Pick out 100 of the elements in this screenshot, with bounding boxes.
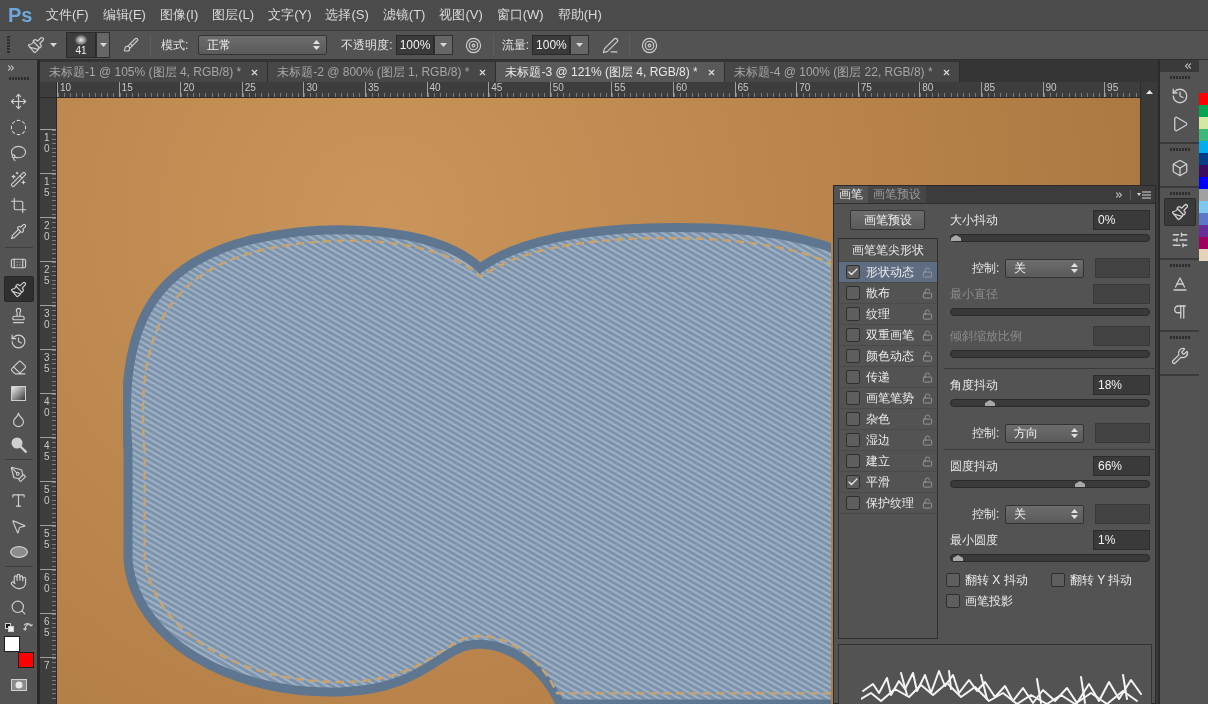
value-field[interactable] bbox=[1093, 326, 1150, 346]
slider-thumb[interactable] bbox=[952, 555, 963, 561]
swap-arrows-icon[interactable] bbox=[22, 622, 33, 632]
grip-icon[interactable] bbox=[9, 77, 29, 80]
panel-menu-icon[interactable] bbox=[1137, 190, 1151, 199]
expand-arrows-icon[interactable] bbox=[1114, 189, 1124, 200]
opacity-field[interactable]: 100% bbox=[395, 35, 434, 55]
slider-track[interactable] bbox=[950, 350, 1150, 358]
brush-option-item[interactable]: 画笔笔势 bbox=[839, 388, 937, 409]
collapse-arrows-icon[interactable] bbox=[1183, 61, 1193, 71]
menu-item[interactable]: 图像(I) bbox=[152, 0, 206, 30]
menu-item[interactable]: 窗口(W) bbox=[489, 0, 551, 30]
color-swatch[interactable] bbox=[1199, 105, 1208, 117]
document-tab[interactable]: 未标题-4 @ 100% (图层 22, RGB/8) * bbox=[724, 62, 960, 82]
checkbox[interactable] bbox=[846, 349, 860, 363]
control-dropdown[interactable]: 关 bbox=[1005, 504, 1085, 524]
menu-item[interactable]: 滤镜(T) bbox=[375, 0, 433, 30]
close-icon[interactable] bbox=[478, 67, 488, 77]
brush-tool-button[interactable] bbox=[3, 276, 34, 302]
menu-item[interactable]: 文字(Y) bbox=[261, 0, 319, 30]
padlock-icon[interactable] bbox=[922, 497, 933, 509]
padlock-icon[interactable] bbox=[922, 392, 933, 404]
background-color-swatch[interactable] bbox=[17, 652, 34, 668]
brush-option-item[interactable]: 颜色动态 bbox=[839, 346, 937, 367]
slider-thumb[interactable] bbox=[1075, 481, 1086, 487]
checkbox[interactable] bbox=[846, 265, 860, 279]
mode-select[interactable]: 正常 bbox=[198, 35, 328, 55]
padlock-icon[interactable] bbox=[922, 287, 933, 299]
slider-track[interactable] bbox=[950, 554, 1150, 562]
color-swatch[interactable] bbox=[1199, 213, 1208, 225]
value-field[interactable] bbox=[1095, 504, 1150, 524]
scroll-up-arrow-icon[interactable] bbox=[1146, 90, 1153, 94]
brush-option-item[interactable]: 建立 bbox=[839, 451, 937, 472]
menu-item[interactable]: 编辑(E) bbox=[95, 0, 153, 30]
padlock-icon[interactable] bbox=[922, 455, 933, 467]
grip-icon[interactable] bbox=[1169, 148, 1190, 151]
checkbox[interactable] bbox=[846, 391, 860, 405]
document-tab[interactable]: 未标题-2 @ 800% (图层 1, RGB/8) * bbox=[268, 62, 497, 82]
brush-option-item[interactable]: 双重画笔 bbox=[839, 325, 937, 346]
padlock-icon[interactable] bbox=[922, 434, 933, 446]
flow-dropdown-button[interactable] bbox=[570, 35, 590, 55]
brush-option-item[interactable]: 传递 bbox=[839, 367, 937, 388]
color-swatch[interactable] bbox=[1199, 177, 1208, 189]
padlock-icon[interactable] bbox=[922, 308, 933, 320]
color-swatch[interactable] bbox=[1199, 141, 1208, 153]
grip-icon[interactable] bbox=[1169, 76, 1190, 79]
grip-icon[interactable] bbox=[1169, 336, 1190, 339]
menu-item[interactable]: 帮助(H) bbox=[550, 0, 609, 30]
padlock-icon[interactable] bbox=[922, 329, 933, 341]
value-field[interactable] bbox=[1095, 258, 1150, 278]
slider-thumb[interactable] bbox=[951, 235, 961, 241]
brush-option-item[interactable]: 平滑 bbox=[839, 472, 937, 493]
brush-option-item[interactable]: 杂色 bbox=[839, 409, 937, 430]
checkbox[interactable] bbox=[846, 454, 860, 468]
expand-arrows-icon[interactable] bbox=[6, 63, 16, 73]
brush-presets-button[interactable]: 画笔预设 bbox=[850, 210, 925, 230]
brush-option-item[interactable]: 纹理 bbox=[839, 304, 937, 325]
padlock-icon[interactable] bbox=[922, 350, 933, 362]
value-field[interactable]: 0% bbox=[1093, 210, 1150, 230]
close-icon[interactable] bbox=[706, 67, 716, 77]
checkbox[interactable] bbox=[1051, 573, 1065, 587]
circle-in-rectangle-icon[interactable] bbox=[10, 679, 27, 691]
brush-panel-button[interactable] bbox=[1163, 198, 1196, 226]
slider-track[interactable] bbox=[950, 234, 1150, 242]
document-tab[interactable]: 未标题-1 @ 105% (图层 4, RGB/8) * bbox=[40, 62, 269, 82]
menu-item[interactable]: 选择(S) bbox=[318, 0, 376, 30]
padlock-icon[interactable] bbox=[922, 413, 933, 425]
checkbox[interactable] bbox=[846, 433, 860, 447]
menu-item[interactable]: 图层(L) bbox=[205, 0, 262, 30]
menu-item[interactable]: 视图(V) bbox=[432, 0, 490, 30]
menu-item[interactable]: 文件(F) bbox=[39, 0, 96, 30]
brush-size-dropdown-button[interactable] bbox=[96, 32, 110, 58]
flow-field[interactable]: 100% bbox=[532, 35, 571, 55]
checkbox[interactable] bbox=[846, 307, 860, 321]
default-colors-icon[interactable] bbox=[4, 622, 14, 632]
color-swatch[interactable] bbox=[1199, 117, 1208, 129]
checkbox[interactable] bbox=[846, 370, 860, 384]
brush-option-item[interactable]: 形状动态 bbox=[839, 262, 937, 283]
panel-tab[interactable]: 画笔预设 bbox=[868, 186, 926, 203]
checkbox[interactable] bbox=[946, 573, 960, 587]
brush-option-item[interactable]: 湿边 bbox=[839, 430, 937, 451]
value-field[interactable]: 66% bbox=[1093, 456, 1150, 476]
brush-size-picker[interactable]: 41 bbox=[66, 32, 96, 58]
slider-track[interactable] bbox=[950, 399, 1150, 407]
close-icon[interactable] bbox=[250, 67, 260, 77]
slider-track[interactable] bbox=[950, 480, 1150, 488]
checkbox[interactable] bbox=[846, 496, 860, 510]
checkbox[interactable] bbox=[846, 412, 860, 426]
color-swatch[interactable] bbox=[1199, 93, 1208, 105]
color-swatch[interactable] bbox=[1199, 237, 1208, 249]
foreground-color-swatch[interactable] bbox=[3, 636, 20, 652]
slider-track[interactable] bbox=[950, 308, 1150, 316]
slider-thumb[interactable] bbox=[984, 400, 995, 406]
color-swatch[interactable] bbox=[1199, 225, 1208, 237]
padlock-icon[interactable] bbox=[922, 371, 933, 383]
control-dropdown[interactable]: 关 bbox=[1005, 258, 1085, 278]
close-icon[interactable] bbox=[941, 67, 951, 77]
color-swatch[interactable] bbox=[1199, 189, 1208, 201]
value-field[interactable] bbox=[1095, 423, 1150, 443]
color-swatch[interactable] bbox=[1199, 153, 1208, 165]
